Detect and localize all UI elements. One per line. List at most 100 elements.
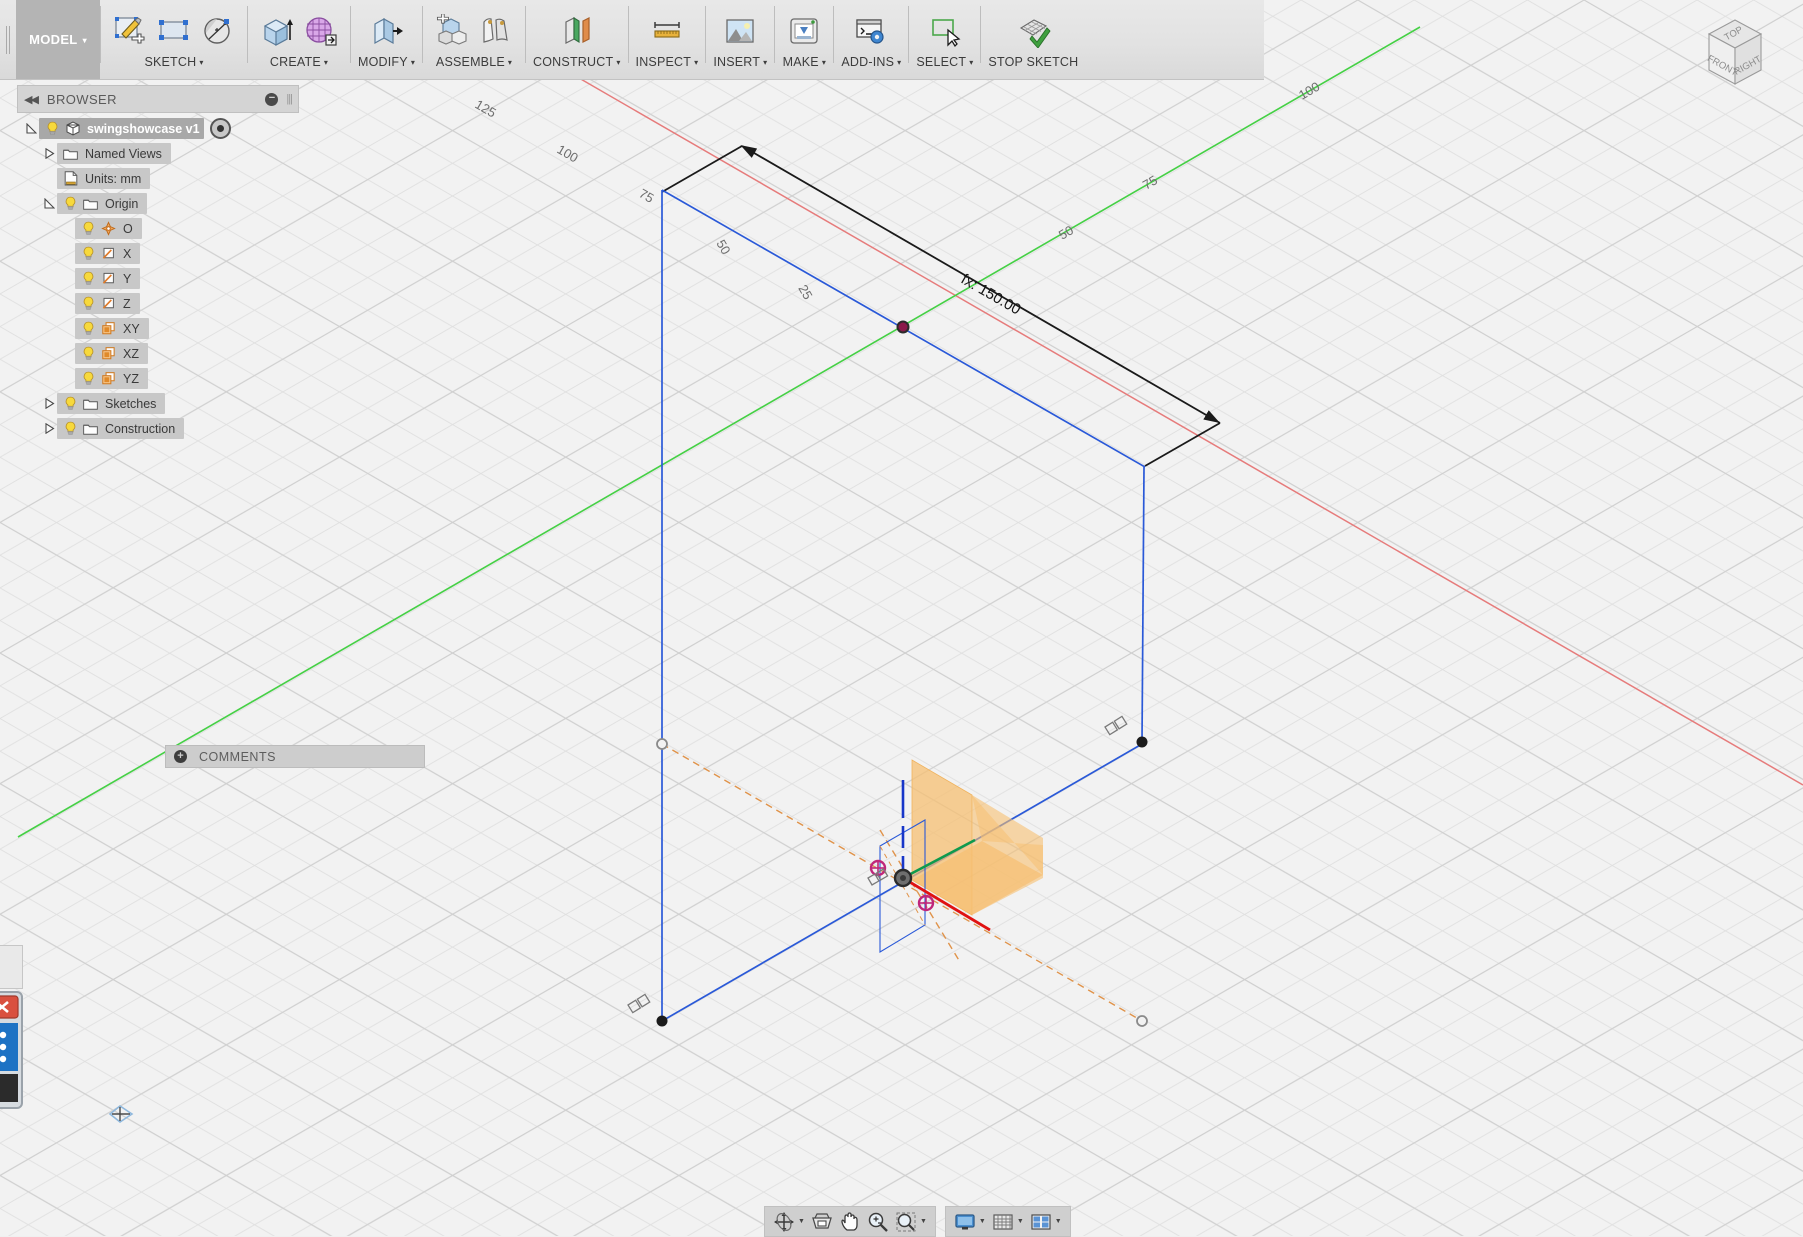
stop-sketch-icon[interactable] <box>1011 7 1055 55</box>
sidebar-item-construction[interactable]: Construction <box>57 418 184 439</box>
sidebar-item-label: Named Views <box>85 147 162 161</box>
toolbar-label-inspect[interactable]: INSPECT▾ <box>636 55 699 72</box>
grid-snaps-icon[interactable]: ▼ <box>989 1210 1027 1234</box>
navigation-bar[interactable]: ▼ <box>764 1206 1071 1237</box>
toolbar-label-stop-sketch[interactable]: STOP SKETCH <box>988 55 1078 72</box>
collapse-left-icon[interactable]: ◀◀ <box>24 93 37 106</box>
viewports-icon[interactable]: ▼ <box>1027 1210 1065 1234</box>
browser-tree-row[interactable]: O <box>17 216 299 241</box>
sidebar-item-z[interactable]: Z <box>75 293 140 314</box>
rectangle-icon[interactable] <box>152 7 196 55</box>
browser-tree-row[interactable]: Named Views <box>17 141 299 166</box>
toolbar-label-addins[interactable]: ADD-INS▾ <box>841 55 901 72</box>
view-cube[interactable]: TOP FRONT RIGHT <box>1689 8 1781 100</box>
display-settings-icon[interactable]: ▼ <box>951 1210 989 1234</box>
browser-tree-row[interactable]: XY <box>17 316 299 341</box>
browser-tree-row[interactable]: Y <box>17 266 299 291</box>
left-floating-widget[interactable] <box>0 990 34 1110</box>
toolbar-label-assemble[interactable]: ASSEMBLE▾ <box>436 55 512 72</box>
lightbulb-icon[interactable] <box>80 345 97 362</box>
comments-panel[interactable]: + COMMENTS <box>165 745 425 768</box>
measure-icon[interactable] <box>645 7 689 55</box>
toolbar-grip[interactable] <box>0 0 16 79</box>
sidebar-item-origin[interactable]: Origin <box>57 193 147 214</box>
lightbulb-icon[interactable] <box>80 245 97 262</box>
select-window-icon[interactable] <box>923 7 967 55</box>
sidebar-item-sketches[interactable]: Sketches <box>57 393 165 414</box>
sidebar-item-o[interactable]: O <box>75 218 142 239</box>
browser-tree-row[interactable]: Units: mm <box>17 166 299 191</box>
chevron-down-icon[interactable]: ▼ <box>1017 1218 1024 1225</box>
toolbar-label-modify[interactable]: MODIFY▾ <box>358 55 415 72</box>
sidebar-item-label: O <box>123 222 133 236</box>
sidebar-item-x[interactable]: X <box>75 243 140 264</box>
pan-icon[interactable] <box>836 1210 864 1234</box>
chevron-collapsed-icon[interactable] <box>41 391 57 416</box>
browser-grip[interactable]: ||| <box>286 93 292 105</box>
lightbulb-icon[interactable] <box>80 270 97 287</box>
browser-tree-row[interactable]: Construction <box>17 416 299 441</box>
minimize-icon[interactable]: − <box>265 93 278 106</box>
sidebar-item-xz[interactable]: XZ <box>75 343 148 364</box>
browser-tree-row[interactable]: swingshowcase v1 <box>17 116 299 141</box>
scripts-addins-icon[interactable] <box>849 7 893 55</box>
lightbulb-icon[interactable] <box>62 395 79 412</box>
browser-tree-row[interactable]: X <box>17 241 299 266</box>
zoom-window-icon[interactable]: ▼ <box>892 1210 930 1234</box>
browser-panel[interactable]: ◀◀ BROWSER − ||| swingshowcase v1 Named V… <box>17 85 299 441</box>
zoom-icon[interactable] <box>864 1210 892 1234</box>
sidebar-item-swingshowcase-v1[interactable]: swingshowcase v1 <box>39 118 204 139</box>
lightbulb-icon[interactable] <box>80 320 97 337</box>
chevron-down-icon[interactable]: ▼ <box>798 1218 805 1225</box>
offset-plane-icon[interactable] <box>555 7 599 55</box>
chevron-collapsed-icon[interactable] <box>41 141 57 166</box>
3d-print-icon[interactable] <box>782 7 826 55</box>
new-component-icon[interactable] <box>430 7 474 55</box>
extrude-icon[interactable] <box>255 7 299 55</box>
lightbulb-icon[interactable] <box>62 195 79 212</box>
toolbar-label-construct[interactable]: CONSTRUCT▾ <box>533 55 621 72</box>
toolbar-label-create[interactable]: CREATE▾ <box>270 55 328 72</box>
circle-icon[interactable] <box>196 7 240 55</box>
joint-icon[interactable] <box>474 7 518 55</box>
browser-header[interactable]: ◀◀ BROWSER − ||| <box>17 85 299 113</box>
sidebar-item-units-mm[interactable]: Units: mm <box>57 168 150 189</box>
toolbar-label-make[interactable]: MAKE▾ <box>783 55 826 72</box>
toolbar-label-sketch[interactable]: SKETCH▾ <box>144 55 203 72</box>
sidebar-item-xy[interactable]: XY <box>75 318 149 339</box>
create-form-icon[interactable] <box>299 7 343 55</box>
lightbulb-icon[interactable] <box>80 295 97 312</box>
browser-tree-row[interactable]: Origin <box>17 191 299 216</box>
browser-tree-row[interactable]: XZ <box>17 341 299 366</box>
toolbar-label-insert[interactable]: INSERT▾ <box>713 55 767 72</box>
activate-component-icon[interactable] <box>210 118 231 139</box>
toolbar-label-select[interactable]: SELECT▾ <box>916 55 973 72</box>
chevron-down-icon[interactable]: ▼ <box>979 1218 986 1225</box>
browser-tree-row[interactable]: Z <box>17 291 299 316</box>
expand-plus-icon[interactable]: + <box>174 750 187 763</box>
chevron-down-icon[interactable]: ▼ <box>1055 1218 1062 1225</box>
press-pull-icon[interactable] <box>365 7 409 55</box>
look-at-icon[interactable] <box>808 1210 836 1234</box>
browser-tree-row[interactable]: Sketches <box>17 391 299 416</box>
chevron-expanded-icon[interactable] <box>23 116 39 141</box>
sidebar-item-y[interactable]: Y <box>75 268 140 289</box>
browser-tree-row[interactable]: YZ <box>17 366 299 391</box>
lightbulb-icon[interactable] <box>62 420 79 437</box>
workspace-switcher[interactable]: MODEL ▾ <box>16 0 100 79</box>
insert-image-icon[interactable] <box>718 7 762 55</box>
sidebar-item-yz[interactable]: YZ <box>75 368 148 389</box>
main-toolbar[interactable]: MODEL ▾ <box>0 0 1264 80</box>
chevron-down-icon[interactable]: ▼ <box>920 1218 927 1225</box>
orbit-icon[interactable]: ▼ <box>770 1210 808 1234</box>
create-sketch-icon[interactable] <box>108 7 152 55</box>
sidebar-item-named-views[interactable]: Named Views <box>57 143 171 164</box>
browser-tree[interactable]: swingshowcase v1 Named Views Units: mm Orig… <box>17 116 299 441</box>
left-panel-stub[interactable] <box>0 945 23 989</box>
lightbulb-icon[interactable] <box>80 370 97 387</box>
navbar-group-display: ▼ ▼ ▼ <box>945 1206 1071 1237</box>
chevron-collapsed-icon[interactable] <box>41 416 57 441</box>
lightbulb-icon[interactable] <box>80 220 97 237</box>
chevron-expanded-icon[interactable] <box>41 191 57 216</box>
lightbulb-icon[interactable] <box>44 120 61 137</box>
